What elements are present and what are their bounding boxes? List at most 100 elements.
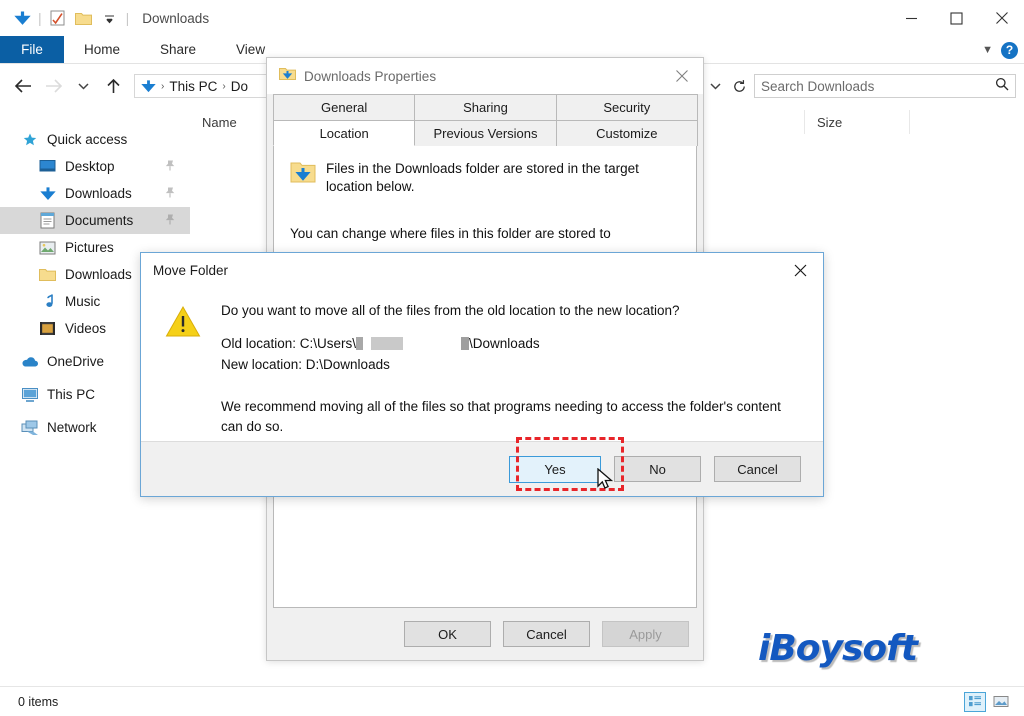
breadcrumb-separator-2: › bbox=[222, 80, 226, 92]
redaction-block-1 bbox=[356, 337, 364, 351]
view-toggle-group bbox=[964, 691, 1012, 712]
folder-icon bbox=[38, 265, 57, 284]
breadcrumb-downloads-icon bbox=[141, 79, 156, 94]
search-input[interactable] bbox=[761, 78, 995, 94]
column-header-blank-2[interactable] bbox=[910, 110, 1020, 134]
downloads-arrow-icon bbox=[38, 184, 57, 203]
pin-icon[interactable] bbox=[164, 213, 176, 229]
move-folder-question: Do you want to move all of the files fro… bbox=[221, 303, 680, 318]
sidebar-label: Pictures bbox=[65, 240, 114, 255]
move-folder-yes-button[interactable]: Yes bbox=[509, 455, 601, 483]
downloads-folder-icon bbox=[279, 66, 296, 86]
sidebar-label: Downloads bbox=[65, 267, 132, 282]
move-folder-title-text: Move Folder bbox=[153, 262, 229, 278]
properties-title-bar: Downloads Properties bbox=[267, 58, 703, 94]
tab-customize[interactable]: Customize bbox=[555, 120, 698, 146]
properties-info-row: Files in the Downloads folder are stored… bbox=[290, 160, 680, 196]
screen-root: | | Downloads File Home Share View ▼ ? ›… bbox=[0, 0, 1024, 716]
refresh-icon[interactable] bbox=[728, 74, 750, 98]
properties-apply-button: Apply bbox=[602, 621, 689, 647]
iboysoft-watermark: iBoysoft bbox=[758, 628, 918, 669]
toolbar-separator-2: | bbox=[125, 10, 130, 26]
properties-button-row: OK Cancel Apply bbox=[267, 608, 703, 660]
properties-tab-row-2: Location Previous Versions Customize bbox=[273, 120, 698, 146]
network-icon bbox=[20, 418, 39, 437]
tab-file[interactable]: File bbox=[0, 36, 64, 63]
toolbar-separator-1: | bbox=[38, 10, 42, 26]
previous-locations-chevron-icon[interactable] bbox=[706, 71, 724, 101]
old-location-suffix: \Downloads bbox=[469, 336, 540, 352]
sidebar-item-downloads-quick[interactable]: Downloads bbox=[0, 180, 190, 207]
properties-change-description: You can change where files in this folde… bbox=[290, 226, 611, 242]
sidebar-item-desktop[interactable]: Desktop bbox=[0, 153, 190, 180]
chevron-down-icon[interactable]: ▼ bbox=[982, 44, 993, 56]
cloud-icon bbox=[20, 352, 39, 371]
customize-chevron-icon[interactable] bbox=[97, 5, 123, 31]
tab-general[interactable]: General bbox=[273, 94, 416, 120]
tab-share[interactable]: Share bbox=[140, 36, 216, 63]
recent-locations-button[interactable] bbox=[68, 71, 98, 101]
column-header-size[interactable]: Size bbox=[805, 110, 910, 134]
move-folder-close-button[interactable] bbox=[777, 253, 823, 287]
up-button[interactable] bbox=[98, 71, 128, 101]
music-note-icon bbox=[38, 292, 57, 311]
sidebar-label: Videos bbox=[65, 321, 107, 336]
this-pc-icon bbox=[20, 385, 39, 404]
properties-tab-row-1: General Sharing Security bbox=[273, 94, 698, 120]
sidebar-item-quick-access[interactable]: Quick access bbox=[0, 126, 190, 153]
search-box[interactable] bbox=[754, 74, 1016, 98]
move-folder-body: Do you want to move all of the files fro… bbox=[141, 287, 823, 439]
window-controls bbox=[889, 0, 1024, 36]
redaction-block-3 bbox=[461, 337, 470, 351]
tab-previous-versions[interactable]: Previous Versions bbox=[414, 120, 557, 146]
pin-icon[interactable] bbox=[164, 186, 176, 202]
properties-close-button[interactable] bbox=[661, 58, 703, 94]
old-location-label: Old location: C:\Users\ bbox=[221, 336, 357, 352]
sidebar-label: Music bbox=[65, 294, 101, 309]
properties-cancel-button[interactable]: Cancel bbox=[503, 621, 590, 647]
tab-home[interactable]: Home bbox=[64, 36, 140, 63]
sidebar-label: Network bbox=[47, 420, 97, 435]
status-bar: 0 items bbox=[0, 686, 1024, 716]
downloads-arrow-icon[interactable] bbox=[9, 5, 35, 31]
properties-tab-strip: General Sharing Security Location Previo… bbox=[267, 94, 703, 146]
forward-button[interactable] bbox=[38, 71, 68, 101]
tab-security[interactable]: Security bbox=[555, 94, 698, 120]
sidebar-label: OneDrive bbox=[47, 354, 105, 369]
sidebar-item-documents[interactable]: Documents bbox=[0, 207, 190, 234]
sidebar-label: Desktop bbox=[65, 159, 115, 174]
sidebar-label: Documents bbox=[65, 213, 134, 228]
tab-sharing[interactable]: Sharing bbox=[414, 94, 557, 120]
move-folder-recommendation: We recommend moving all of the files so … bbox=[221, 398, 781, 434]
address-right-controls bbox=[706, 71, 1016, 101]
move-folder-cancel-button[interactable]: Cancel bbox=[714, 456, 801, 482]
sidebar-label: This PC bbox=[47, 387, 96, 402]
new-folder-icon[interactable] bbox=[71, 5, 97, 31]
properties-ok-button[interactable]: OK bbox=[404, 621, 491, 647]
maximize-button[interactable] bbox=[934, 0, 979, 36]
move-folder-text-block: Do you want to move all of the files fro… bbox=[221, 301, 803, 439]
pictures-icon bbox=[38, 238, 57, 257]
breadcrumb-separator-1: › bbox=[161, 80, 165, 92]
details-view-button[interactable] bbox=[964, 691, 986, 712]
ribbon-right-controls: ▼ ? bbox=[982, 36, 1018, 64]
status-item-count: 0 items bbox=[18, 694, 59, 709]
search-icon[interactable] bbox=[995, 77, 1009, 96]
back-button[interactable] bbox=[8, 71, 38, 101]
pin-icon[interactable] bbox=[164, 159, 176, 175]
star-pin-icon bbox=[20, 130, 39, 149]
help-icon[interactable]: ? bbox=[1001, 41, 1018, 59]
move-folder-new-location: New location: D:\Downloads bbox=[221, 356, 390, 372]
move-folder-dialog: Move Folder Do you want to move all of t… bbox=[140, 252, 824, 497]
move-folder-no-button[interactable]: No bbox=[614, 456, 701, 482]
breadcrumb-segment-this-pc[interactable]: This PC bbox=[169, 79, 217, 94]
tab-location[interactable]: Location bbox=[273, 120, 416, 146]
sidebar-label: Downloads bbox=[65, 186, 132, 201]
minimize-button[interactable] bbox=[889, 0, 934, 36]
close-button[interactable] bbox=[979, 0, 1024, 36]
properties-icon[interactable] bbox=[45, 5, 71, 31]
large-icons-view-button[interactable] bbox=[990, 692, 1012, 712]
breadcrumb-segment-downloads[interactable]: Do bbox=[231, 79, 248, 94]
window-title: Downloads bbox=[142, 10, 210, 26]
move-folder-button-row: Yes No Cancel bbox=[141, 441, 823, 496]
